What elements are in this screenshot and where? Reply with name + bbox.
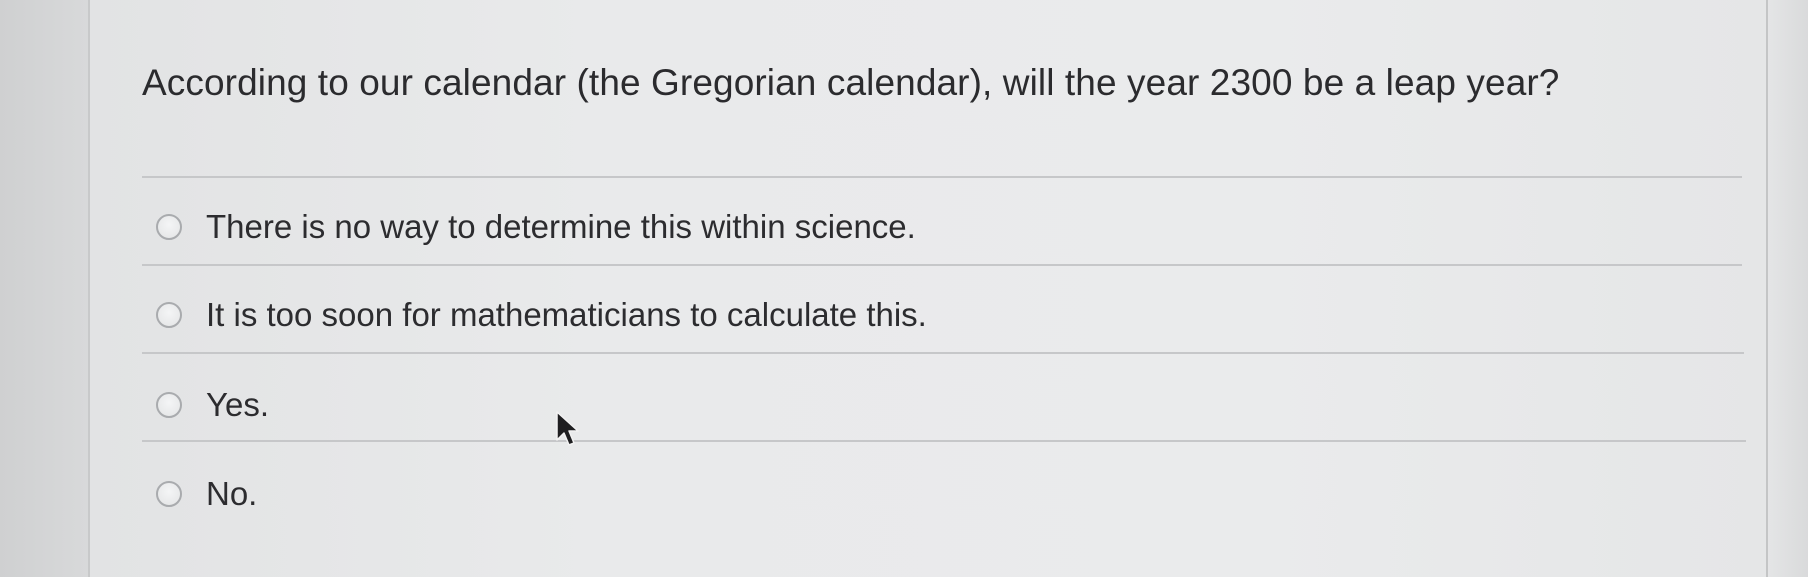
radio-button-4[interactable] bbox=[156, 481, 182, 507]
radio-button-2[interactable] bbox=[156, 302, 182, 328]
radio-button-3[interactable] bbox=[156, 392, 182, 418]
question-divider bbox=[142, 176, 1742, 178]
answer-option-1[interactable]: There is no way to determine this within… bbox=[156, 207, 916, 247]
question-text: According to our calendar (the Gregorian… bbox=[142, 62, 1560, 103]
option-divider bbox=[142, 352, 1744, 354]
answer-option-label: Yes. bbox=[206, 386, 270, 423]
option-divider bbox=[142, 264, 1742, 266]
answer-option-3[interactable]: Yes. bbox=[156, 385, 269, 425]
answer-option-4[interactable]: No. bbox=[156, 474, 257, 514]
answer-option-label: It is too soon for mathematicians to cal… bbox=[206, 296, 927, 333]
option-divider bbox=[142, 440, 1746, 442]
answer-option-label: There is no way to determine this within… bbox=[206, 208, 916, 245]
answer-option-2[interactable]: It is too soon for mathematicians to cal… bbox=[156, 295, 927, 335]
answer-option-label: No. bbox=[206, 475, 258, 512]
radio-button-1[interactable] bbox=[156, 214, 182, 240]
mouse-pointer-icon bbox=[556, 411, 579, 446]
page-left-margin bbox=[0, 0, 88, 577]
page-right-margin bbox=[1768, 0, 1808, 577]
